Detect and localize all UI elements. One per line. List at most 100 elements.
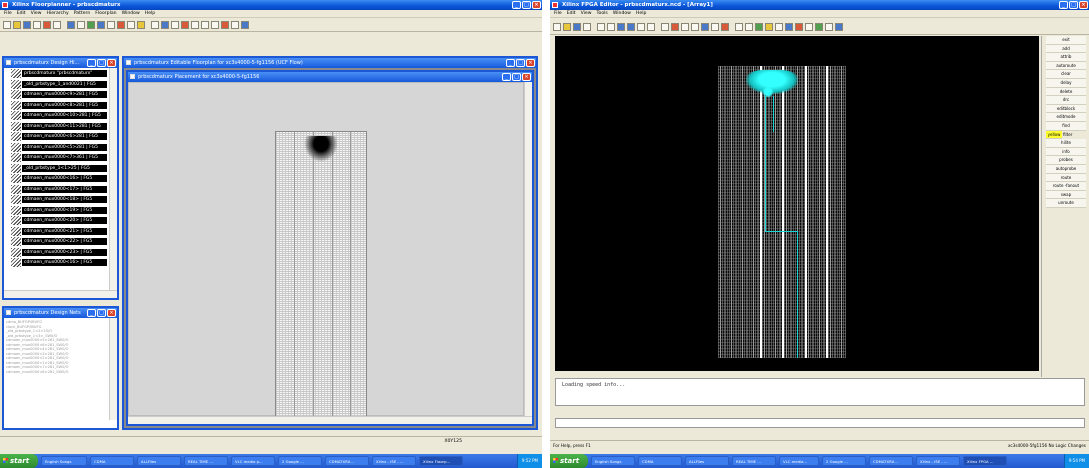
- pips-icon[interactable]: [775, 22, 783, 31]
- taskbar-item[interactable]: REAL TIME ...: [184, 456, 228, 466]
- tree-item[interactable]: cdmaen_mux0000<21> | FG5: [8, 226, 109, 237]
- pattern-icon[interactable]: [97, 21, 105, 29]
- find-icon[interactable]: [171, 21, 179, 29]
- tree-item[interactable]: cdmaen_mux0000<7>361 | FG5: [8, 152, 109, 163]
- taskbar-item[interactable]: ALLFiles: [137, 456, 181, 466]
- zoom-fit-icon[interactable]: [211, 21, 219, 29]
- command-button-exit[interactable]: exit: [1046, 36, 1086, 45]
- command-button-swap[interactable]: swap: [1046, 190, 1086, 200]
- menu-edit[interactable]: Edit: [17, 10, 26, 17]
- system-tray-clock[interactable]: 9:54 PM: [1063, 454, 1089, 468]
- horizontal-scrollbar[interactable]: [4, 290, 117, 298]
- minimize-button[interactable]: _: [1059, 1, 1068, 9]
- taskbar-item-active[interactable]: Xilinx FPGA ...: [963, 456, 1007, 466]
- tree-item[interactable]: cdmaen_mux0000<19> | FG5: [8, 205, 109, 216]
- vertical-scrollbar[interactable]: [109, 318, 117, 420]
- menu-window[interactable]: Window: [122, 10, 140, 17]
- refresh-icon[interactable]: [231, 21, 239, 29]
- command-button-autoroute[interactable]: autoroute: [1046, 61, 1086, 71]
- minimize-button[interactable]: _: [87, 59, 96, 67]
- start-button[interactable]: start: [0, 454, 38, 468]
- taskbar-item[interactable]: Xilinx - ISE - ...: [916, 456, 960, 466]
- command-button-editblock[interactable]: editblock: [1046, 104, 1086, 114]
- close-button[interactable]: ×: [526, 59, 535, 67]
- pan-icon[interactable]: [711, 22, 719, 31]
- filter-label[interactable]: filter: [1063, 132, 1072, 137]
- taskbar-item[interactable]: 2 Google ...: [278, 456, 322, 466]
- close-button[interactable]: ×: [1079, 1, 1088, 9]
- taskbar-item[interactable]: English Songs: [41, 456, 87, 466]
- minimize-button[interactable]: _: [512, 1, 521, 9]
- menu-file[interactable]: File: [4, 10, 12, 17]
- list-icon[interactable]: [637, 22, 645, 31]
- tree-item[interactable]: cdmaen_mux0000<23> | FG5: [8, 247, 109, 258]
- wire-icon[interactable]: [735, 22, 743, 31]
- command-input[interactable]: [555, 418, 1085, 428]
- close-button[interactable]: ×: [532, 1, 541, 9]
- taskbar-item[interactable]: REAL TIME ...: [732, 456, 776, 466]
- close-button[interactable]: ×: [107, 59, 116, 67]
- maximize-button[interactable]: □: [1069, 1, 1078, 9]
- copy-icon[interactable]: [607, 22, 615, 31]
- menu-tools[interactable]: Tools: [597, 10, 608, 17]
- new-icon[interactable]: [553, 22, 561, 31]
- routes-icon[interactable]: [805, 22, 813, 31]
- properties-icon[interactable]: [241, 21, 249, 29]
- tree-item[interactable]: cdmaen_mux0000<16> | FG5: [8, 173, 109, 184]
- macros-icon[interactable]: [815, 22, 823, 31]
- taskbar-item[interactable]: CDMATXRX...: [325, 456, 369, 466]
- minimize-button[interactable]: _: [87, 309, 96, 317]
- routed-net[interactable]: [797, 231, 798, 358]
- horizontal-scrollbar[interactable]: [128, 416, 532, 424]
- routed-net[interactable]: [765, 231, 797, 232]
- long-lines-icon[interactable]: [795, 22, 803, 31]
- taskbar-item[interactable]: CDMATXRX...: [869, 456, 913, 466]
- switchbox-icon[interactable]: [755, 22, 763, 31]
- expand-icon[interactable]: [77, 21, 85, 29]
- zoom-out-icon[interactable]: [691, 22, 699, 31]
- tree-item[interactable]: cdmaen_mux0000<16> | FG5: [8, 257, 109, 268]
- command-button-unroute[interactable]: unroute: [1046, 199, 1086, 208]
- placement-canvas[interactable]: [128, 82, 524, 417]
- hierarchy-tree[interactable]: prbscdmaturx "prbscdmaturx" _old_prbstype…: [4, 68, 109, 290]
- command-button-autoprobe[interactable]: autoprobe: [1046, 164, 1086, 174]
- fpga-device-grid[interactable]: [275, 131, 367, 417]
- print-icon[interactable]: [583, 22, 591, 31]
- ratsnest-icon[interactable]: [161, 21, 169, 29]
- tree-item[interactable]: prbscdmaturx "prbscdmaturx": [8, 68, 109, 79]
- menu-help[interactable]: Help: [145, 10, 155, 17]
- lock-icon[interactable]: [137, 21, 145, 29]
- command-button-find[interactable]: find: [1046, 121, 1086, 131]
- hierarchy-icon[interactable]: [67, 21, 75, 29]
- vertical-scrollbar[interactable]: [109, 68, 117, 290]
- tree-item[interactable]: _old_prbstype_1<1>25 | FG5: [8, 163, 109, 174]
- taskbar-item[interactable]: 2 Google ...: [822, 456, 866, 466]
- maximize-button[interactable]: □: [516, 59, 525, 67]
- routed-net[interactable]: [765, 96, 766, 231]
- block-icon[interactable]: [647, 22, 655, 31]
- nets-icon[interactable]: [835, 22, 843, 31]
- print-icon[interactable]: [33, 21, 41, 29]
- rotate-icon[interactable]: [107, 21, 115, 29]
- command-button-delay[interactable]: delay: [1046, 78, 1086, 88]
- tree-item[interactable]: cdmaen_mux0000<20> | FG5: [8, 215, 109, 226]
- system-tray-clock[interactable]: 9:52 PM: [516, 454, 542, 468]
- menu-view[interactable]: View: [31, 10, 42, 17]
- menu-view[interactable]: View: [581, 10, 592, 17]
- command-button-drc[interactable]: drc: [1046, 96, 1086, 105]
- command-button-route[interactable]: route: [1046, 173, 1086, 183]
- taskbar-item[interactable]: CDMA: [90, 456, 134, 466]
- flip-icon[interactable]: [117, 21, 125, 29]
- close-button[interactable]: ×: [107, 309, 116, 317]
- maximize-button[interactable]: □: [512, 73, 521, 81]
- hilite-color-select[interactable]: yellow: [1046, 130, 1062, 140]
- tree-item[interactable]: cdmaen_mux0000<17> | FG5: [8, 184, 109, 195]
- net-item[interactable]: cdmaen_mux0000<8>281_SW0/O: [6, 370, 107, 375]
- menu-edit[interactable]: Edit: [567, 10, 576, 17]
- zoom-icon[interactable]: [661, 22, 669, 31]
- routed-net[interactable]: [773, 96, 774, 132]
- array-icon[interactable]: [617, 22, 625, 31]
- save-icon[interactable]: [23, 21, 31, 29]
- pin-icon[interactable]: [745, 22, 753, 31]
- tree-item[interactable]: cdmaen_mux0000<10>281 | FG5: [8, 110, 109, 121]
